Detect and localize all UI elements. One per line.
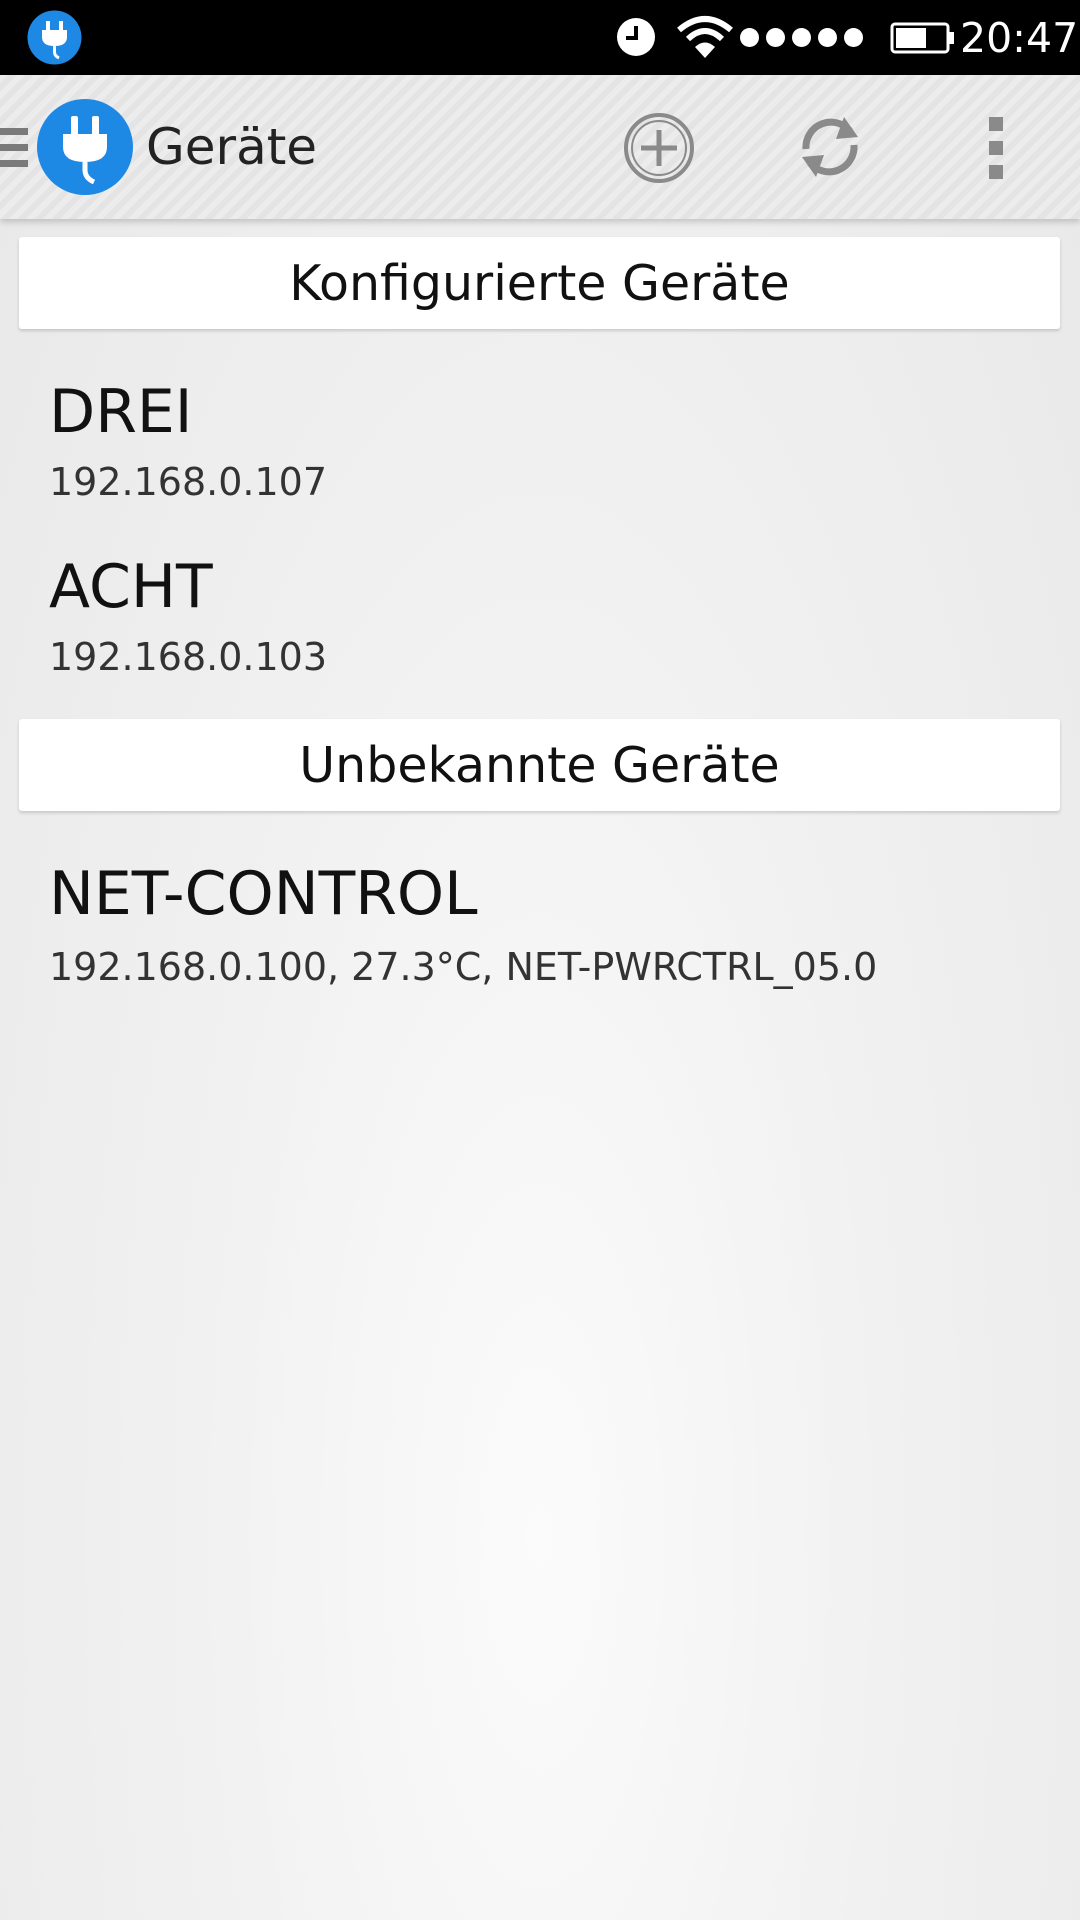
overflow-menu-icon[interactable] [986,117,1006,179]
status-time: 20:47 [960,14,1079,62]
add-circle-icon[interactable] [623,112,695,184]
wifi-icon [677,16,733,58]
device-name: ACHT [49,552,213,622]
status-bar: 20:47 [0,0,1080,75]
plug-logo-icon[interactable] [36,98,134,196]
device-name: DREI [49,377,193,447]
page-title: Geräte [146,118,318,176]
device-detail: 192.168.0.107 [49,460,328,504]
section-header-configured: Konfigurierte Geräte [19,237,1060,329]
device-name: NET-CONTROL [49,859,478,929]
action-bar: Geräte [0,75,1080,219]
battery-icon [890,22,954,54]
device-item-drei[interactable]: DREI 192.168.0.107 [0,376,1080,516]
app-plug-icon [27,10,82,65]
device-detail: 192.168.0.100, 27.3°C, NET-PWRCTRL_05.0 [49,945,878,989]
device-item-net-control[interactable]: NET-CONTROL 192.168.0.100, 27.3°C, NET-P… [0,858,1080,998]
drawer-indicator-icon[interactable] [0,128,28,168]
device-item-acht[interactable]: ACHT 192.168.0.103 [0,551,1080,691]
refresh-icon[interactable] [792,109,868,185]
signal-dots-icon [740,28,863,48]
alarm-icon [617,18,655,56]
device-detail: 192.168.0.103 [49,635,328,679]
section-header-unknown: Unbekannte Geräte [19,719,1060,811]
